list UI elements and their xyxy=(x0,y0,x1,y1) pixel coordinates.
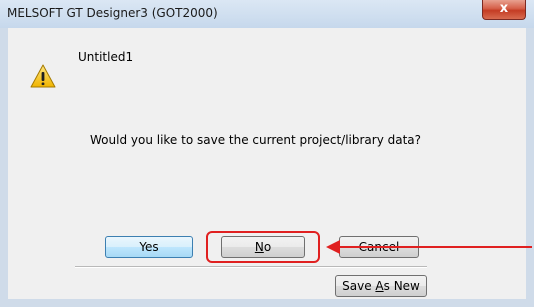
no-button-highlight xyxy=(206,231,320,263)
window-frame-left xyxy=(0,28,8,307)
save-as-new-button[interactable]: Save As New xyxy=(335,275,427,297)
window-frame-right xyxy=(526,28,534,307)
yes-button[interactable]: Yes xyxy=(105,236,193,258)
window-frame-bottom xyxy=(0,299,534,307)
save-as-new-label-prefix: Save xyxy=(342,279,376,293)
yes-button-label: Yes xyxy=(139,240,159,254)
window-title: MELSOFT GT Designer3 (GOT2000) xyxy=(7,6,218,20)
save-question-text: Would you like to save the current proje… xyxy=(90,133,422,147)
title-bar[interactable]: MELSOFT GT Designer3 (GOT2000) x xyxy=(0,0,534,29)
pointer-arrow-icon xyxy=(326,240,532,254)
document-name: Untitled1 xyxy=(78,50,134,64)
save-as-new-label-rest: s New xyxy=(383,279,420,293)
close-icon: x xyxy=(499,1,509,16)
close-button[interactable]: x xyxy=(482,0,526,20)
warning-icon xyxy=(30,64,56,88)
save-as-new-mnemonic: A xyxy=(375,279,384,293)
button-separator xyxy=(75,266,427,268)
save-dialog: MELSOFT GT Designer3 (GOT2000) x Untitle… xyxy=(0,0,534,307)
